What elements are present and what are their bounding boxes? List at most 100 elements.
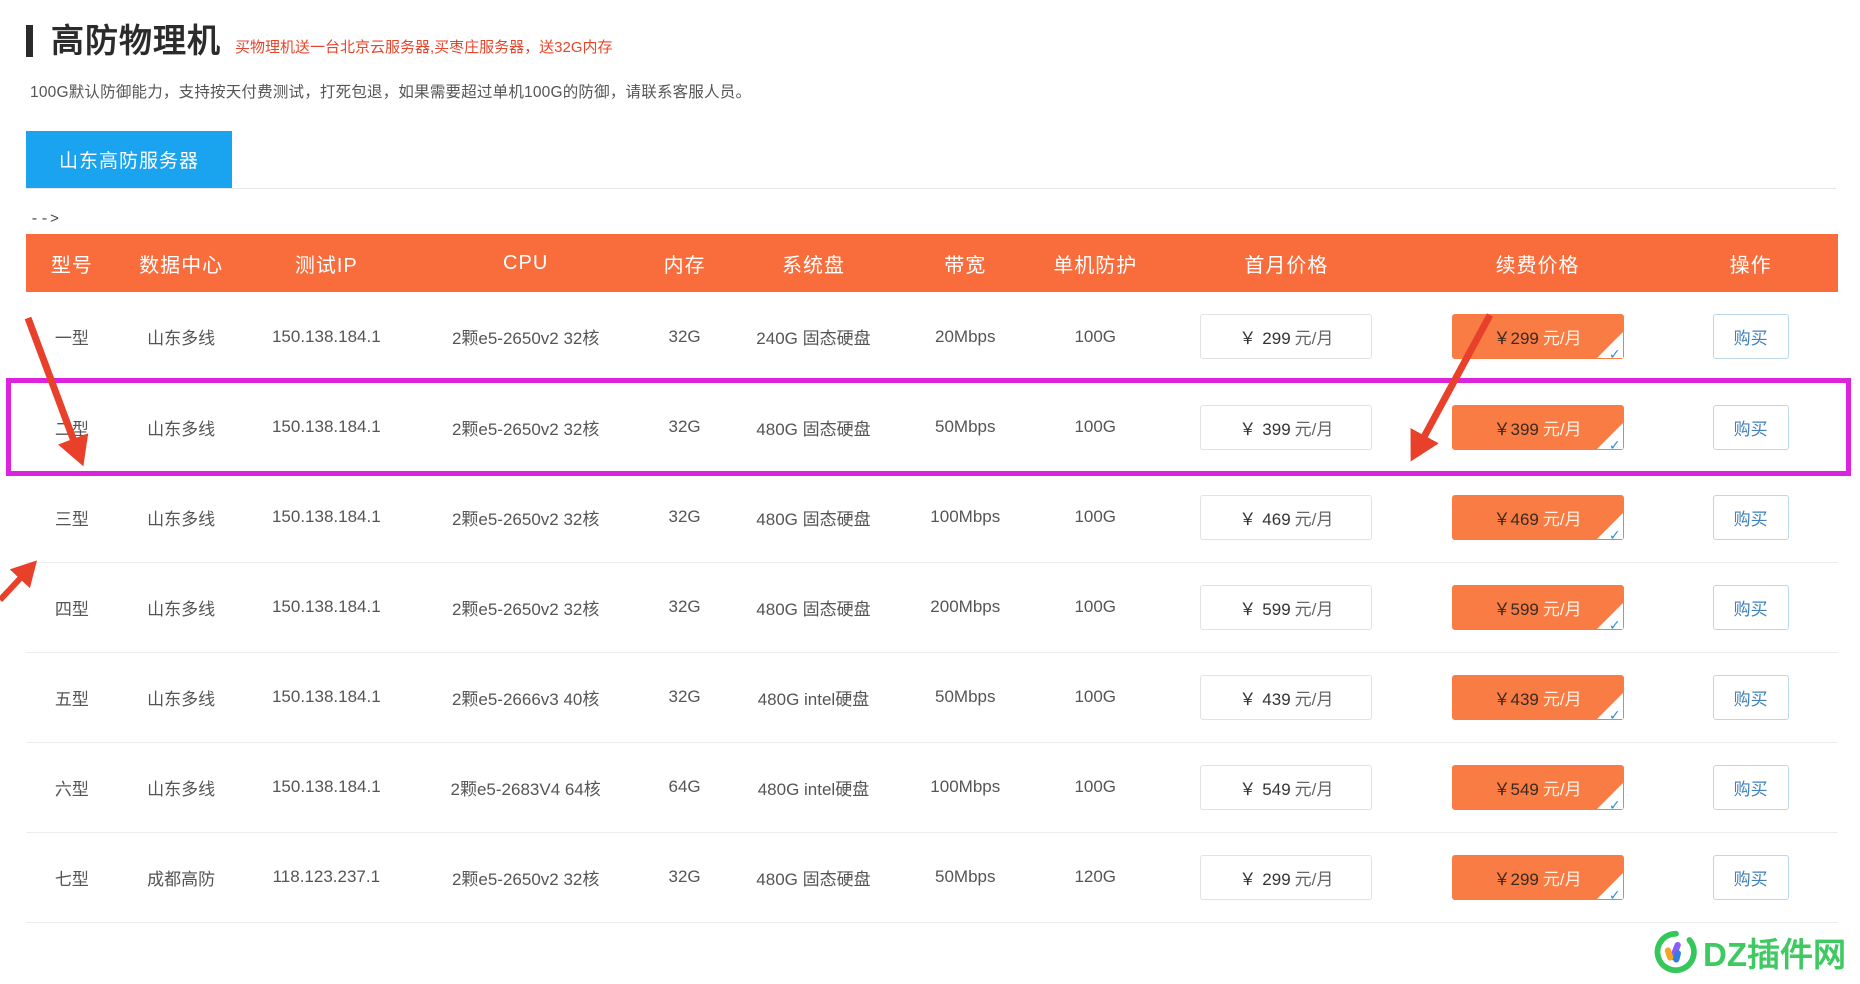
table-row: 三型 山东多线 150.138.184.1 2颗e5-2650v2 32核 32G 480… — [26, 472, 1838, 563]
title-accent-bar — [26, 25, 33, 57]
disk-cell: 480G intel硬盘 — [726, 742, 901, 833]
disk-cell: 480G intel硬盘 — [726, 652, 901, 743]
selected-check-icon: ✓ — [1596, 602, 1623, 629]
tab-shandong-server[interactable]: 山东高防服务器 — [26, 131, 232, 188]
col-header-model: 型号 — [26, 234, 118, 292]
first-price-cell: ￥ 399 元/月 — [1160, 382, 1412, 473]
disk-cell: 240G 固态硬盘 — [726, 292, 901, 383]
price-unit: 元/月 — [1542, 869, 1582, 889]
memory-cell: 32G — [643, 652, 727, 743]
memory-cell: 32G — [643, 832, 727, 923]
renew-price-cell: ￥299 元/月 ✓ — [1411, 292, 1664, 383]
renew-price-value: 299 — [1510, 869, 1539, 889]
table-head: 型号 数据中心 测试IP CPU 内存 系统盘 带宽 单机防护 首月价格 续费价… — [26, 234, 1838, 292]
price-unit: 元/月 — [1294, 869, 1334, 889]
table-row: 七型 成都高防 118.123.237.1 2颗e5-2650v2 32核 32G 480… — [26, 832, 1838, 923]
selected-check-icon: ✓ — [1596, 782, 1623, 809]
renew-price-cell: ￥399 元/月 ✓ — [1411, 382, 1664, 473]
selected-check-icon: ✓ — [1596, 332, 1623, 359]
first-month-price-option[interactable]: ￥ 299 元/月 — [1200, 314, 1373, 360]
price-unit: 元/月 — [1542, 779, 1582, 799]
renew-price-value: 469 — [1510, 509, 1539, 529]
price-unit: 元/月 — [1542, 509, 1582, 529]
buy-button[interactable]: 购买 — [1712, 314, 1789, 360]
col-header-cpu: CPU — [408, 234, 644, 292]
renew-price-option-selected[interactable]: ￥299 元/月 ✓ — [1451, 314, 1624, 360]
renew-price-option-selected[interactable]: ￥469 元/月 ✓ — [1451, 494, 1624, 540]
bandwidth-cell: 50Mbps — [900, 652, 1030, 743]
first-month-price-option[interactable]: ￥ 549 元/月 — [1200, 764, 1373, 810]
defense-cell: 100G — [1029, 382, 1161, 473]
test-ip-cell: 150.138.184.1 — [244, 652, 409, 743]
first-month-price-value: 299 — [1262, 329, 1291, 349]
first-month-price-value: 469 — [1262, 509, 1291, 529]
renew-price-option-selected[interactable]: ￥599 元/月 ✓ — [1451, 584, 1624, 630]
renew-price-value: 299 — [1510, 329, 1539, 349]
currency-symbol: ￥ — [1493, 329, 1511, 349]
disk-cell: 480G 固态硬盘 — [726, 832, 901, 923]
first-month-price-option[interactable]: ￥ 299 元/月 — [1200, 854, 1373, 900]
buy-button[interactable]: 购买 — [1712, 404, 1789, 450]
price-table-wrapper: 型号 数据中心 测试IP CPU 内存 系统盘 带宽 单机防护 首月价格 续费价… — [6, 234, 1851, 923]
renew-price-option-selected[interactable]: ￥549 元/月 ✓ — [1451, 764, 1624, 810]
page-title: 高防物理机 — [51, 22, 221, 59]
datacenter-cell: 山东多线 — [117, 292, 245, 383]
tab-strip: 山东高防服务器 — [26, 131, 1836, 189]
renew-price-cell: ￥549 元/月 ✓ — [1411, 742, 1664, 833]
buy-button[interactable]: 购买 — [1712, 584, 1789, 630]
col-header-datacenter: 数据中心 — [117, 234, 245, 292]
price-unit: 元/月 — [1294, 329, 1334, 349]
watermark-text: DZ插件网 — [1703, 936, 1846, 973]
memory-cell: 32G — [643, 382, 727, 473]
model-cell: 四型 — [26, 562, 118, 653]
first-price-cell: ￥ 469 元/月 — [1160, 472, 1412, 563]
col-header-defense: 单机防护 — [1029, 234, 1161, 292]
buy-button[interactable]: 购买 — [1712, 494, 1789, 540]
first-price-cell: ￥ 299 元/月 — [1160, 832, 1412, 923]
first-month-price-value: 299 — [1262, 869, 1291, 889]
buy-button[interactable]: 购买 — [1712, 764, 1789, 810]
first-month-price-option[interactable]: ￥ 469 元/月 — [1200, 494, 1373, 540]
col-header-memory: 内存 — [643, 234, 727, 292]
defense-cell: 120G — [1029, 832, 1161, 923]
first-month-price-option[interactable]: ￥ 439 元/月 — [1200, 674, 1373, 720]
col-header-disk: 系统盘 — [726, 234, 901, 292]
currency-symbol: ￥ — [1239, 779, 1257, 799]
selected-check-icon: ✓ — [1596, 422, 1623, 449]
first-price-cell: ￥ 299 元/月 — [1160, 292, 1412, 383]
operation-cell: 购买 — [1663, 292, 1838, 383]
memory-cell: 32G — [643, 292, 727, 383]
table-row: 六型 山东多线 150.138.184.1 2颗e5-2683V4 64核 64G 480… — [26, 742, 1838, 833]
currency-symbol: ￥ — [1239, 509, 1257, 529]
col-header-bandwidth: 带宽 — [900, 234, 1030, 292]
first-month-price-option[interactable]: ￥ 599 元/月 — [1200, 584, 1373, 630]
renew-price-cell: ￥599 元/月 ✓ — [1411, 562, 1664, 653]
currency-symbol: ￥ — [1493, 689, 1511, 709]
renew-price-option-selected[interactable]: ￥299 元/月 ✓ — [1451, 854, 1624, 900]
bandwidth-cell: 50Mbps — [900, 382, 1030, 473]
buy-button[interactable]: 购买 — [1712, 674, 1789, 720]
table-row: 四型 山东多线 150.138.184.1 2颗e5-2650v2 32核 32G 480… — [26, 562, 1838, 653]
defense-cell: 100G — [1029, 292, 1161, 383]
model-cell: 三型 — [26, 472, 118, 563]
first-price-cell: ￥ 549 元/月 — [1160, 742, 1412, 833]
bandwidth-cell: 20Mbps — [900, 292, 1030, 383]
renew-price-value: 439 — [1510, 689, 1539, 709]
price-unit: 元/月 — [1542, 689, 1582, 709]
currency-symbol: ￥ — [1239, 599, 1257, 619]
first-month-price-value: 439 — [1262, 689, 1291, 709]
col-header-test-ip: 测试IP — [244, 234, 409, 292]
model-cell: 六型 — [26, 742, 118, 833]
renew-price-option-selected[interactable]: ￥439 元/月 ✓ — [1451, 674, 1624, 720]
cpu-cell: 2颗e5-2666v3 40核 — [408, 652, 644, 743]
first-month-price-option[interactable]: ￥ 399 元/月 — [1200, 404, 1373, 450]
renew-price-option-selected[interactable]: ￥399 元/月 ✓ — [1451, 404, 1624, 450]
watermark: DZ插件网 — [1653, 928, 1846, 976]
table-row: 二型 山东多线 150.138.184.1 2颗e5-2650v2 32核 32G 480… — [26, 382, 1838, 473]
col-header-first-price: 首月价格 — [1160, 234, 1412, 292]
buy-button[interactable]: 购买 — [1712, 854, 1789, 900]
table-body: 一型 山东多线 150.138.184.1 2颗e5-2650v2 32核 32G 240… — [26, 292, 1838, 923]
test-ip-cell: 150.138.184.1 — [244, 292, 409, 383]
test-ip-cell: 150.138.184.1 — [244, 382, 409, 473]
price-unit: 元/月 — [1294, 689, 1334, 709]
